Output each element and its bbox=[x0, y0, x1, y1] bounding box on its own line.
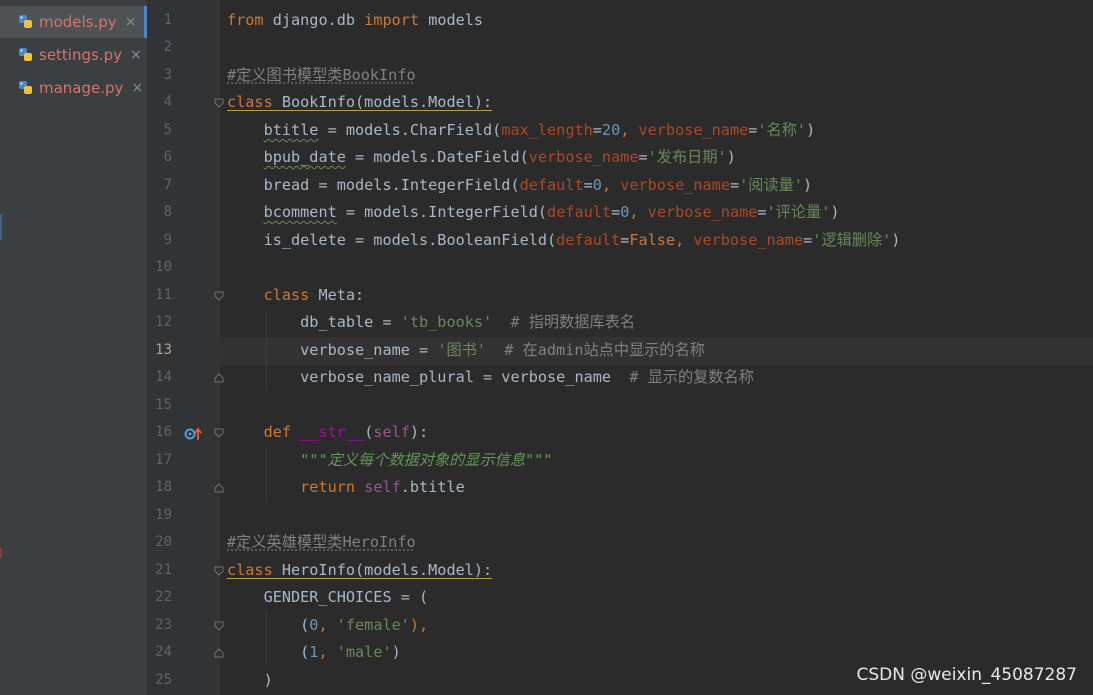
fold-collapse-icon[interactable] bbox=[214, 621, 224, 631]
line-number: 2 bbox=[163, 39, 172, 55]
line-number: 18 bbox=[155, 479, 172, 495]
fold-end-icon[interactable] bbox=[214, 483, 224, 493]
line-number: 12 bbox=[155, 314, 172, 330]
line-number: 22 bbox=[155, 589, 172, 605]
line-number: 14 bbox=[155, 369, 172, 385]
fold-end-icon[interactable] bbox=[214, 648, 224, 658]
override-method-icon[interactable] bbox=[184, 426, 204, 442]
python-file-icon bbox=[18, 14, 34, 30]
code-line-8: bcomment = models.IntegerField(default=0… bbox=[263, 203, 840, 221]
line-number: 21 bbox=[155, 562, 172, 578]
line-number: 1 bbox=[163, 12, 172, 28]
python-file-icon bbox=[18, 47, 34, 63]
close-icon[interactable]: × bbox=[125, 14, 137, 30]
code-line-6: bpub_date = models.DateField(verbose_nam… bbox=[263, 148, 736, 166]
code-line-13: verbose_name = '图书' # 在admin站点中显示的名称 bbox=[227, 341, 705, 359]
line-number: 23 bbox=[155, 617, 172, 633]
code-line-21: class HeroInfo(models.Model): bbox=[227, 561, 493, 579]
code-line-12: db_table = 'tb_books' # 指明数据库表名 bbox=[227, 313, 636, 331]
code-line-20: #定义英雄模型类HeroInfo bbox=[227, 533, 416, 551]
line-number: 11 bbox=[155, 287, 172, 303]
line-number: 9 bbox=[163, 232, 172, 248]
line-number: 19 bbox=[155, 507, 172, 523]
line-number: 5 bbox=[163, 122, 172, 138]
watermark: CSDN @weixin_45087287 bbox=[856, 665, 1077, 685]
code-line-16: def __str__(self): bbox=[263, 423, 429, 441]
close-icon[interactable]: × bbox=[130, 47, 142, 63]
line-number: 3 bbox=[163, 67, 172, 83]
close-icon[interactable]: × bbox=[131, 80, 143, 96]
left-edge-marker bbox=[0, 214, 2, 240]
line-number: 10 bbox=[155, 259, 172, 275]
code-line-1: from django.db import models bbox=[227, 11, 484, 29]
line-number: 17 bbox=[155, 452, 172, 468]
code-line-23: (0, 'female'), bbox=[227, 616, 429, 634]
line-number: 20 bbox=[155, 534, 172, 550]
code-line-22: GENDER_CHOICES = ( bbox=[227, 588, 429, 606]
code-line-24: (1, 'male') bbox=[227, 643, 401, 661]
code-line-9: is_delete = models.BooleanField(default=… bbox=[227, 231, 901, 249]
code-line-18: return self.btitle bbox=[300, 478, 465, 496]
code-line-17: """定义每个数据对象的显示信息""" bbox=[300, 451, 553, 469]
left-edge-error-marker bbox=[0, 548, 2, 558]
code-line-11: class Meta: bbox=[263, 286, 365, 304]
line-number: 8 bbox=[163, 204, 172, 220]
editor-tabs-panel: models.py × settings.py × manage.py × bbox=[0, 0, 148, 695]
line-number: 4 bbox=[163, 94, 172, 110]
python-file-icon bbox=[18, 80, 34, 96]
fold-collapse-icon[interactable] bbox=[214, 98, 224, 108]
code-line-7: bread = models.IntegerField(default=0, v… bbox=[227, 176, 813, 194]
code-line-14: verbose_name_plural = verbose_name # 显示的… bbox=[227, 368, 754, 386]
line-number: 25 bbox=[155, 672, 172, 688]
line-number: 16 bbox=[155, 424, 172, 440]
tab-models-py[interactable]: models.py × bbox=[0, 6, 147, 38]
tab-settings-py[interactable]: settings.py × bbox=[0, 39, 147, 71]
fold-collapse-icon[interactable] bbox=[214, 566, 224, 576]
line-number: 7 bbox=[163, 177, 172, 193]
code-line-5: btitle = models.CharField(max_length=20,… bbox=[263, 121, 816, 139]
line-number: 13 bbox=[155, 342, 172, 358]
code-line-4: class BookInfo(models.Model): bbox=[227, 93, 493, 111]
code-line-3: #定义图书模型类BookInfo bbox=[227, 66, 416, 84]
tab-manage-py[interactable]: manage.py × bbox=[0, 72, 147, 104]
tab-label: manage.py bbox=[39, 79, 124, 97]
fold-collapse-icon[interactable] bbox=[214, 428, 224, 438]
line-number: 6 bbox=[163, 149, 172, 165]
line-number: 15 bbox=[155, 397, 172, 413]
fold-end-icon[interactable] bbox=[214, 373, 224, 383]
fold-collapse-icon[interactable] bbox=[214, 291, 224, 301]
line-number: 24 bbox=[155, 644, 172, 660]
tab-label: settings.py bbox=[39, 46, 122, 64]
tab-label: models.py bbox=[39, 13, 117, 31]
